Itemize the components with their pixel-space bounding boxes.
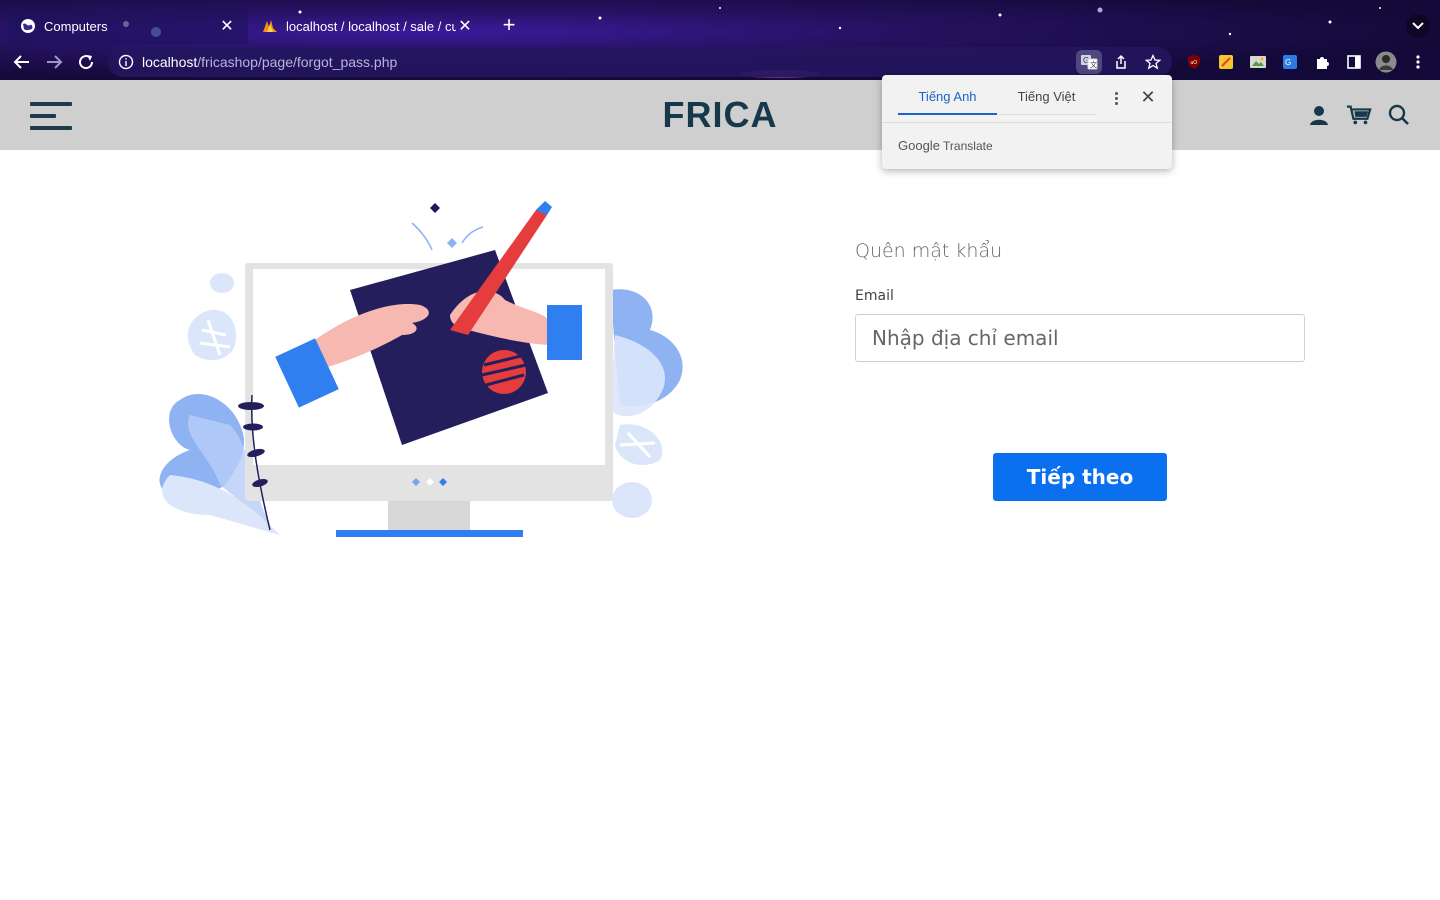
svg-text:文: 文 xyxy=(1090,60,1097,69)
close-icon[interactable]: ✕ xyxy=(1138,87,1158,107)
site-header: FRICA xyxy=(0,80,1440,150)
menu-icon[interactable] xyxy=(30,100,74,132)
close-icon[interactable]: ✕ xyxy=(456,17,474,35)
url-host: localhost xyxy=(142,54,198,70)
chevron-down-icon xyxy=(1412,22,1424,30)
email-label: Email xyxy=(855,288,894,304)
translate-icon[interactable]: G文 xyxy=(1076,50,1102,74)
more-vertical-icon[interactable] xyxy=(1406,50,1430,74)
svg-text:uO: uO xyxy=(1191,60,1198,66)
side-panel-icon[interactable] xyxy=(1342,50,1366,74)
page-title: Quên mật khẩu xyxy=(855,240,1003,262)
reload-button[interactable] xyxy=(74,50,98,74)
tab-bar: Computers ✕ localhost / localhost / sale… xyxy=(0,0,1440,44)
tab-target-language[interactable]: Tiếng Việt xyxy=(997,85,1096,115)
more-vertical-icon[interactable] xyxy=(1108,89,1124,107)
header-actions xyxy=(1306,102,1412,128)
divider xyxy=(882,122,1172,123)
browser-chrome: Computers ✕ localhost / localhost / sale… xyxy=(0,0,1440,80)
reload-icon xyxy=(79,55,94,70)
site-logo[interactable]: FRICA xyxy=(620,94,820,136)
brand-translate: Translate xyxy=(943,139,993,153)
extensions-area: uO G xyxy=(1182,50,1430,74)
translate-language-tabs: Tiếng Anh Tiếng Việt xyxy=(898,85,1096,115)
arrow-right-icon xyxy=(47,55,63,69)
google-translate-popup: Tiếng Anh Tiếng Việt ✕ Google Translate xyxy=(882,75,1172,169)
tab-phpmyadmin[interactable]: localhost / localhost / sale / cu ✕ xyxy=(250,8,486,44)
address-bar[interactable]: localhost/fricashop/page/forgot_pass.php… xyxy=(108,47,1172,77)
browser-toolbar: localhost/fricashop/page/forgot_pass.php… xyxy=(0,44,1440,80)
close-icon[interactable]: ✕ xyxy=(218,17,236,35)
tab-search-button[interactable] xyxy=(1406,14,1430,38)
sticky-notes-extension-icon[interactable] xyxy=(1214,50,1238,74)
forgot-password-form: Quên mật khẩu Email xyxy=(855,240,1305,362)
brand-google: Google xyxy=(898,138,940,153)
translate-extension-icon[interactable]: G xyxy=(1278,50,1302,74)
url-path: /fricashop/page/forgot_pass.php xyxy=(197,54,398,70)
puzzle-icon[interactable] xyxy=(1310,50,1334,74)
avatar[interactable] xyxy=(1374,50,1398,74)
image-extension-icon[interactable] xyxy=(1246,50,1270,74)
email-field[interactable] xyxy=(855,314,1305,362)
share-icon[interactable] xyxy=(1108,50,1134,74)
svg-text:G: G xyxy=(1285,58,1291,67)
cart-icon[interactable] xyxy=(1346,102,1372,128)
back-button[interactable] xyxy=(10,50,34,74)
bookmark-star-icon[interactable] xyxy=(1140,50,1166,74)
google-translate-brand: Google Translate xyxy=(898,138,993,153)
hero-illustration xyxy=(159,201,683,537)
next-button[interactable]: Tiếp theo xyxy=(993,453,1167,501)
url-text: localhost/fricashop/page/forgot_pass.php xyxy=(142,54,397,70)
globe-icon xyxy=(20,18,36,34)
tab-title: localhost / localhost / sale / cu xyxy=(286,18,456,34)
user-icon[interactable] xyxy=(1306,102,1332,128)
search-icon[interactable] xyxy=(1386,102,1412,128)
forward-button[interactable] xyxy=(42,50,66,74)
phpmyadmin-icon xyxy=(262,18,278,34)
ublock-icon[interactable]: uO xyxy=(1182,50,1206,74)
new-tab-button[interactable]: + xyxy=(498,14,520,36)
arrow-left-icon xyxy=(13,55,29,69)
tab-computers[interactable]: Computers ✕ xyxy=(8,8,248,44)
omnibox-actions: G文 xyxy=(1076,50,1166,74)
info-icon[interactable] xyxy=(118,54,134,70)
tab-source-language[interactable]: Tiếng Anh xyxy=(898,85,997,115)
tab-title: Computers xyxy=(44,18,108,34)
